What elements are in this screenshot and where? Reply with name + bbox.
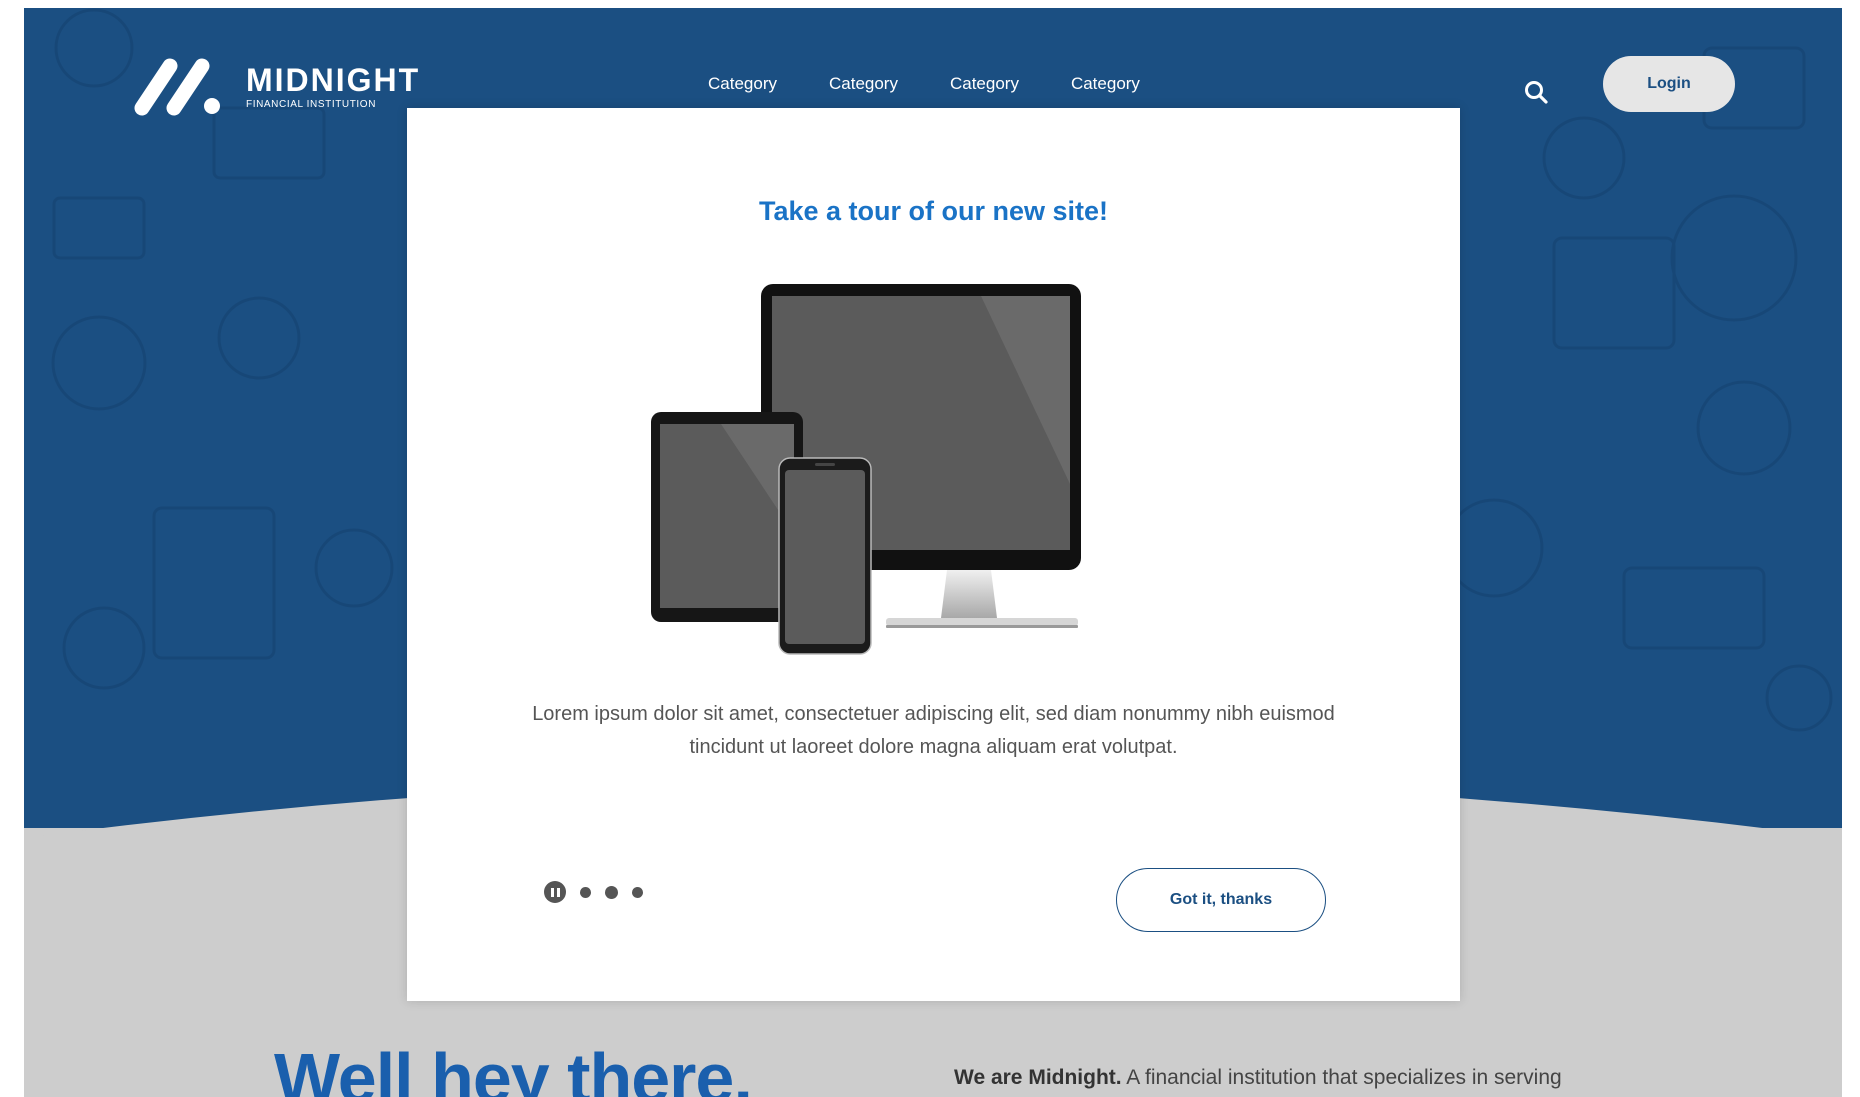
- logo-text: MIDNIGHT FINANCIAL INSTITUTION: [246, 64, 420, 110]
- nav-item-category-4[interactable]: Category: [1071, 74, 1140, 94]
- intro-lead-bold: We are Midnight.: [954, 1066, 1122, 1089]
- carousel-dot-2[interactable]: [605, 885, 618, 899]
- page-frame: MIDNIGHT FINANCIAL INSTITUTION Category …: [24, 8, 1842, 1097]
- brand-tagline: FINANCIAL INSTITUTION: [246, 99, 377, 110]
- modal-body-text: Lorem ipsum dolor sit amet, consectetuer…: [532, 703, 1335, 758]
- welcome-heading: Well hey there,: [274, 1039, 753, 1097]
- nav-item-category-3[interactable]: Category: [950, 74, 1019, 94]
- carousel-controls: [544, 881, 643, 903]
- main-nav: Category Category Category Category: [708, 74, 1140, 94]
- brand-logo[interactable]: MIDNIGHT FINANCIAL INSTITUTION: [132, 56, 420, 118]
- brand-name: MIDNIGHT: [246, 62, 421, 98]
- devices-illustration: [651, 284, 1081, 655]
- got-it-button[interactable]: Got it, thanks: [1116, 868, 1326, 932]
- tour-modal: Take a tour of our new site! Lorem ipsum…: [407, 108, 1460, 1001]
- search-icon: [1525, 81, 1548, 104]
- logo-mark-icon: [134, 58, 220, 116]
- carousel-dot-3[interactable]: [632, 886, 643, 898]
- login-button[interactable]: Login: [1603, 56, 1735, 112]
- pause-icon[interactable]: [544, 881, 566, 903]
- nav-item-category-2[interactable]: Category: [829, 74, 898, 94]
- nav-item-category-1[interactable]: Category: [708, 74, 777, 94]
- intro-paragraph: We are Midnight. A financial institution…: [954, 1066, 1562, 1090]
- carousel-dot-1[interactable]: [580, 886, 591, 898]
- modal-title: Take a tour of our new site!: [758, 196, 1109, 226]
- search-button[interactable]: [1522, 78, 1552, 108]
- intro-lead-text: A financial institution that specializes…: [1121, 1066, 1562, 1089]
